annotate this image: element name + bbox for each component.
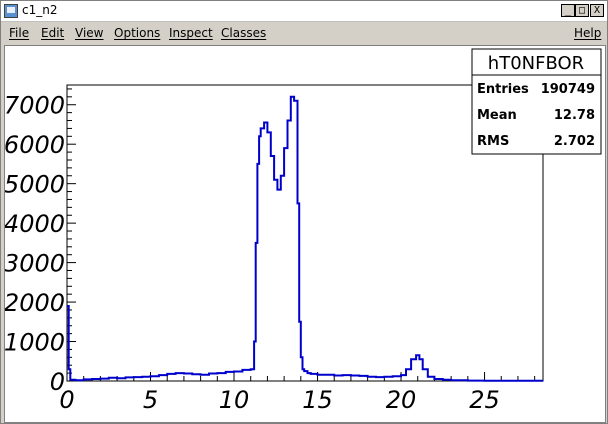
stats-title: hT0NFBOR xyxy=(488,53,584,74)
menu-options[interactable]: Options xyxy=(114,26,160,40)
x-tick-label: 15 xyxy=(302,386,333,414)
stats-rms-label: RMS xyxy=(477,134,509,149)
menu-bar: File Edit View Options Inspect Classes H… xyxy=(1,22,607,44)
menu-inspect[interactable]: Inspect xyxy=(169,26,213,40)
y-tick-label: 2000 xyxy=(5,289,65,317)
histogram-chart: 0 5 10 15 20 2501000200030004000500060007000 … xyxy=(5,48,602,414)
menu-classes[interactable]: Classes xyxy=(221,26,266,40)
y-tick-label: 0 xyxy=(50,368,65,396)
stats-box: hT0NFBOR Entries 190749 Mean 12.78 RMS 2… xyxy=(471,48,602,155)
window-title: c1_n2 xyxy=(22,3,58,17)
root-window: c1_n2 _ □ X File Edit View Options Inspe… xyxy=(0,0,608,424)
menu-edit[interactable]: Edit xyxy=(41,26,64,40)
minimize-button[interactable]: _ xyxy=(561,4,575,17)
x-tick-label: 25 xyxy=(469,386,500,414)
y-tick-label: 5000 xyxy=(5,171,65,199)
stats-mean-value: 12.78 xyxy=(554,108,595,123)
y-tick-label: 7000 xyxy=(5,92,65,120)
maximize-button[interactable]: □ xyxy=(575,4,589,17)
menu-help[interactable]: Help xyxy=(574,26,601,40)
x-tick-label: 20 xyxy=(386,386,417,414)
menu-view[interactable]: View xyxy=(75,26,103,40)
menu-file[interactable]: File xyxy=(9,26,29,40)
app-icon xyxy=(4,4,18,18)
stats-mean-label: Mean xyxy=(477,108,517,123)
stats-entries-value: 190749 xyxy=(541,82,595,97)
y-tick-label: 3000 xyxy=(5,250,65,278)
stats-rms-value: 2.702 xyxy=(554,134,595,149)
title-bar: c1_n2 _ □ X xyxy=(1,1,607,22)
close-button[interactable]: X xyxy=(590,4,604,17)
y-tick-label: 6000 xyxy=(5,131,65,159)
stats-entries-label: Entries xyxy=(477,82,529,97)
plot-canvas[interactable]: 0 5 10 15 20 25 0 1000 2000 3000 4000 5000 6000 7000 … xyxy=(4,45,606,423)
y-tick-label: 4000 xyxy=(5,210,65,238)
y-tick-label: 1000 xyxy=(5,329,65,357)
x-tick-label: 5 xyxy=(143,386,158,414)
x-tick-label: 10 xyxy=(219,386,250,414)
